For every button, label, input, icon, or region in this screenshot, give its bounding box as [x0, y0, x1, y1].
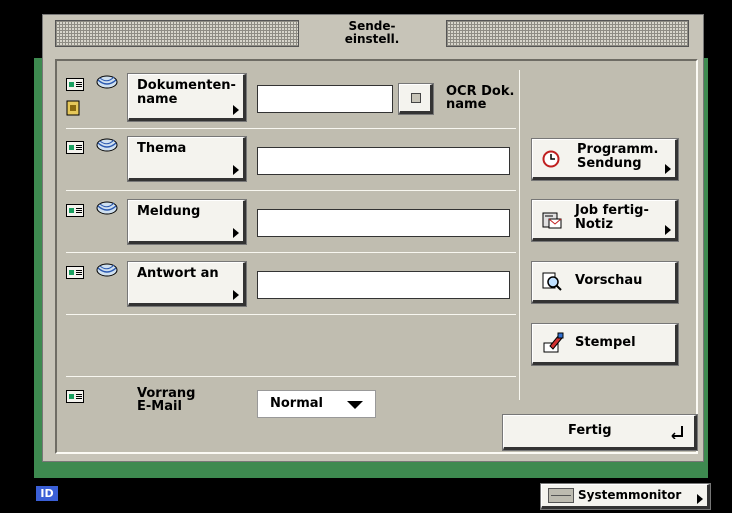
fax-globe-icon: [96, 263, 118, 277]
message-label: Meldung: [137, 204, 201, 219]
reply-to-label: Antwort an: [137, 266, 219, 281]
timer-send-label: Programm. Sendung: [577, 143, 658, 171]
chevron-right-icon: [665, 225, 671, 235]
ocr-toggle-button[interactable]: [399, 84, 433, 114]
timer-send-line2: Sendung: [577, 156, 642, 171]
ocr-label-line2: name: [446, 97, 487, 112]
chevron-right-icon: [233, 290, 239, 300]
priority-dropdown[interactable]: Normal: [257, 390, 376, 418]
preview-button[interactable]: Vorschau: [532, 262, 678, 303]
preview-label: Vorschau: [575, 273, 643, 288]
chevron-right-icon: [233, 165, 239, 175]
email-card-icon: [66, 266, 84, 279]
job-notify-icon: [542, 212, 562, 229]
document-name-field[interactable]: [257, 85, 393, 113]
stamp-icon: [543, 332, 564, 353]
chevron-right-icon: [233, 228, 239, 238]
screen: Sende- einstell. Dokumenten- name OCR Do…: [0, 0, 732, 513]
priority-label-line2: E-Mail: [137, 399, 182, 414]
row-divider: [66, 252, 516, 253]
fax-globe-icon: [96, 75, 118, 89]
system-monitor-label: Systemmonitor: [578, 488, 682, 502]
row-divider: [66, 314, 516, 315]
job-done-notice-line2: Notiz: [575, 217, 614, 232]
clock-icon: [542, 150, 560, 168]
message-field[interactable]: [257, 209, 510, 237]
fax-globe-icon: [96, 138, 118, 152]
row-divider: [66, 128, 516, 129]
column-divider: [519, 70, 520, 400]
id-badge: ID: [36, 486, 58, 501]
timer-send-button[interactable]: Programm. Sendung: [532, 139, 678, 180]
job-done-notice-button[interactable]: Job fertig- Notiz: [532, 200, 678, 241]
priority-selected-value: Normal: [270, 396, 323, 411]
message-button[interactable]: Meldung: [128, 200, 246, 244]
document-name-button[interactable]: Dokumenten- name: [128, 74, 246, 121]
job-done-notice-line1: Job fertig-: [575, 203, 649, 218]
chevron-right-icon: [233, 105, 239, 115]
email-card-icon: [66, 204, 84, 217]
done-button[interactable]: Fertig: [503, 415, 697, 450]
frame-bottom: [34, 462, 708, 478]
email-card-icon: [66, 78, 84, 91]
done-label: Fertig: [568, 423, 612, 438]
document-name-line1: Dokumenten-: [137, 78, 236, 93]
reply-to-button[interactable]: Antwort an: [128, 262, 246, 306]
chevron-right-icon: [665, 164, 671, 174]
subject-field[interactable]: [257, 147, 510, 175]
ocr-label: OCR Dok. name: [446, 85, 514, 111]
monitor-icon: [548, 488, 574, 503]
fax-globe-icon: [96, 201, 118, 215]
chevron-down-icon: [347, 401, 363, 409]
page-title: Sende- einstell.: [302, 20, 442, 50]
magnifier-icon: [542, 272, 562, 291]
document-name-label: Dokumenten- name: [137, 79, 236, 107]
subject-button[interactable]: Thema: [128, 137, 246, 181]
timer-send-line1: Programm.: [577, 142, 659, 157]
monitor-icon-line: [551, 495, 571, 496]
subject-label: Thema: [137, 141, 187, 156]
email-card-icon: [66, 390, 84, 403]
row-divider: [66, 376, 516, 377]
chevron-right-icon: [697, 494, 703, 504]
job-done-notice-label: Job fertig- Notiz: [575, 204, 649, 232]
title-hatch-right: [446, 20, 689, 47]
system-monitor-button[interactable]: Systemmonitor: [541, 484, 710, 509]
title-hatch-left: [55, 20, 299, 47]
email-card-icon: [66, 141, 84, 154]
row-divider: [66, 190, 516, 191]
stamp-button[interactable]: Stempel: [532, 324, 678, 365]
file-icon: [66, 100, 80, 116]
priority-label: Vorrang E-Mail: [137, 387, 195, 413]
enter-arrow-icon: [671, 426, 683, 439]
page-title-line2: einstell.: [344, 32, 400, 46]
reply-to-field[interactable]: [257, 271, 510, 299]
stamp-label: Stempel: [575, 335, 636, 350]
checkbox-icon: [411, 93, 421, 103]
document-name-line2: name: [137, 92, 178, 107]
